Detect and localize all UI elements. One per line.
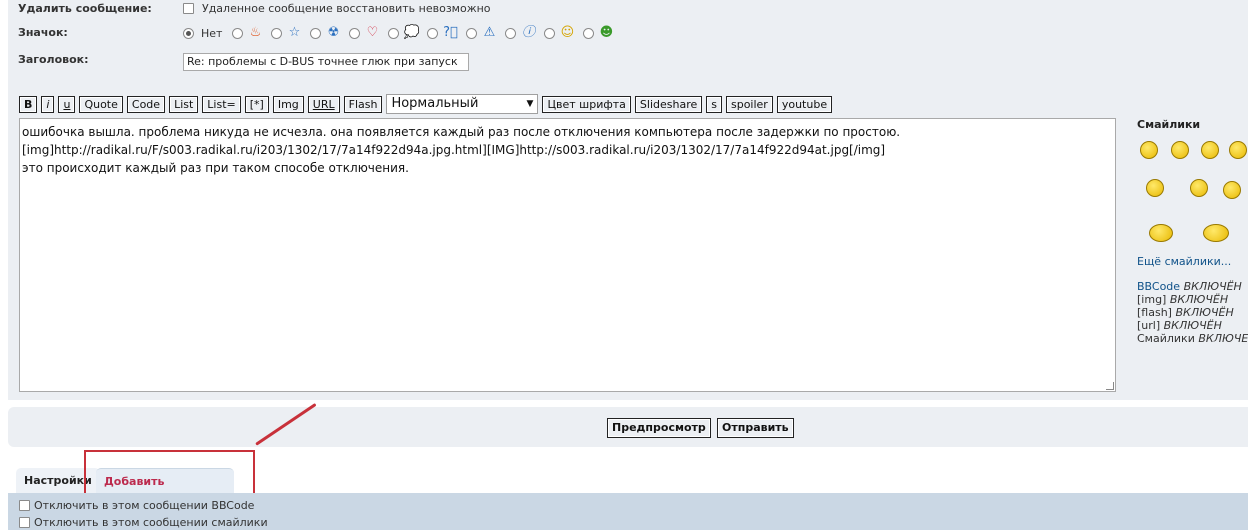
smiley-icon[interactable] — [1201, 141, 1219, 159]
message-line: это происходит каждый раз при таком спос… — [22, 161, 409, 175]
smiley-icon[interactable] — [1171, 141, 1189, 159]
status-state: ВКЛЮЧЕ — [1198, 332, 1248, 345]
smiley-wink-icon: ☺ — [560, 25, 575, 40]
disable-smilies-label: Отключить в этом сообщении смайлики — [34, 516, 268, 529]
list-item-button[interactable]: [*] — [244, 95, 269, 113]
smiley-icon[interactable] — [1203, 224, 1229, 242]
code-button[interactable]: Code — [126, 95, 166, 113]
smiley-icon[interactable] — [1146, 179, 1164, 197]
icon-radio[interactable] — [349, 27, 361, 39]
list-button[interactable]: List — [169, 95, 199, 113]
smiley-icon[interactable] — [1149, 224, 1173, 242]
font-size-value: Нормальный — [391, 96, 479, 111]
status-state: ВКЛЮЧЁН — [1183, 280, 1242, 293]
icon-none-label: Нет — [201, 26, 223, 40]
subject-label: Заголовок: — [18, 53, 89, 66]
status-name[interactable]: BBCode — [1137, 280, 1180, 293]
heart-icon: ♡ — [366, 25, 379, 40]
status-state: ВКЛЮЧЁН — [1163, 319, 1222, 332]
bbcode-toolbar: B i u Quote Code List List= [*] Img URL … — [19, 94, 833, 114]
info-icon: ⓘ — [521, 25, 535, 40]
icon-choices: Нет ♨ ☆ ☢ ♡ 💭 ?⃝ ⚠ ⓘ ☺ ☻ — [183, 25, 618, 41]
flash-button[interactable]: Flash — [343, 95, 383, 113]
submit-button[interactable]: Отправить — [717, 418, 794, 438]
status-line: BBCode ВКЛЮЧЁН — [1137, 280, 1248, 293]
smiley-grin-icon: ☻ — [599, 25, 614, 40]
disable-smilies-checkbox[interactable] — [19, 517, 30, 528]
icon-radio[interactable] — [427, 27, 439, 39]
underline-button[interactable]: u — [58, 95, 76, 113]
icon-label: Значок: — [18, 26, 68, 39]
status-line: [url] ВКЛЮЧЁН — [1137, 319, 1248, 332]
status-line: [flash] ВКЛЮЧЁН — [1137, 306, 1248, 319]
icon-radio[interactable] — [232, 27, 244, 39]
chevron-down-icon: ▼ — [526, 99, 534, 109]
delete-text: Удаленное сообщение восстановить невозмо… — [202, 2, 491, 15]
resize-handle[interactable] — [1106, 382, 1114, 390]
status-name: Смайлики — [1137, 332, 1195, 345]
url-button[interactable]: URL — [307, 95, 340, 113]
icon-radio[interactable] — [583, 27, 595, 39]
icon-radio[interactable] — [388, 27, 400, 39]
slideshare-button[interactable]: Slideshare — [634, 95, 703, 113]
warning-icon: ⚠ — [483, 25, 496, 40]
icon-radio[interactable] — [310, 27, 322, 39]
smilies-title: Смайлики — [1137, 118, 1201, 131]
smiley-icon[interactable] — [1190, 179, 1208, 197]
icon-radio[interactable] — [544, 27, 556, 39]
italic-button[interactable]: i — [41, 95, 55, 113]
radioactive-icon: ☢ — [327, 25, 340, 40]
icon-radio[interactable] — [466, 27, 478, 39]
preview-button[interactable]: Предпросмотр — [607, 418, 711, 438]
smiley-icon[interactable] — [1229, 141, 1247, 159]
status-name: [img] — [1137, 293, 1167, 306]
subject-input[interactable]: Re: проблемы с D-BUS точнее глюк при зап… — [183, 53, 469, 71]
status-state: ВКЛЮЧЁН — [1169, 293, 1229, 306]
annotation-highlight-box — [84, 450, 255, 499]
ordered-list-button[interactable]: List= — [202, 95, 241, 113]
option-disable-smilies: Отключить в этом сообщении смайлики — [19, 516, 268, 529]
star-icon: ☆ — [288, 25, 301, 40]
img-button[interactable]: Img — [272, 95, 304, 113]
strike-button[interactable]: s — [706, 95, 722, 113]
icon-radio[interactable] — [505, 27, 517, 39]
smiley-icon[interactable] — [1223, 181, 1241, 199]
more-smilies-link[interactable]: Ещё смайлики... — [1137, 255, 1231, 268]
delete-checkbox[interactable] — [183, 3, 194, 14]
message-line: ошибочка вышла. проблема никуда не исчез… — [22, 125, 901, 139]
quote-button[interactable]: Quote — [79, 95, 123, 113]
icon-radio[interactable] — [271, 27, 283, 39]
speech-bubble-icon: 💭 — [403, 25, 420, 40]
smilies-panel: Смайлики Ещё смайлики... BBCode ВКЛЮЧЁН … — [1137, 118, 1248, 345]
option-disable-bbcode: Отключить в этом сообщении BBCode — [19, 499, 254, 512]
bbcode-status: BBCode ВКЛЮЧЁН [img] ВКЛЮЧЁН [flash] ВКЛ… — [1137, 280, 1248, 345]
question-icon: ?⃝ — [443, 25, 458, 40]
status-name: [flash] — [1137, 306, 1172, 319]
spoiler-button[interactable]: spoiler — [725, 95, 773, 113]
font-color-button[interactable]: Цвет шрифта — [542, 95, 631, 113]
status-line: [img] ВКЛЮЧЁН — [1137, 293, 1248, 306]
disable-bbcode-checkbox[interactable] — [19, 500, 30, 511]
disable-bbcode-label: Отключить в этом сообщении BBCode — [34, 499, 255, 512]
smiley-icon[interactable] — [1140, 141, 1158, 159]
status-line: Смайлики ВКЛЮЧЕ — [1137, 332, 1248, 345]
bold-button[interactable]: B — [19, 95, 38, 113]
fire-icon: ♨ — [249, 25, 262, 40]
message-line: [img]http://radikal.ru/F/s003.radikal.ru… — [22, 143, 886, 157]
message-textarea[interactable]: ошибочка вышла. проблема никуда не исчез… — [19, 118, 1116, 392]
delete-label: Удалить сообщение: — [18, 2, 152, 15]
icon-radio-none[interactable] — [183, 27, 194, 39]
status-state: ВКЛЮЧЁН — [1175, 306, 1234, 319]
delete-field: Удаленное сообщение восстановить невозмо… — [183, 2, 491, 15]
youtube-button[interactable]: youtube — [776, 95, 833, 113]
font-size-select[interactable]: Нормальный ▼ — [386, 94, 539, 114]
status-name: [url] — [1137, 319, 1161, 332]
